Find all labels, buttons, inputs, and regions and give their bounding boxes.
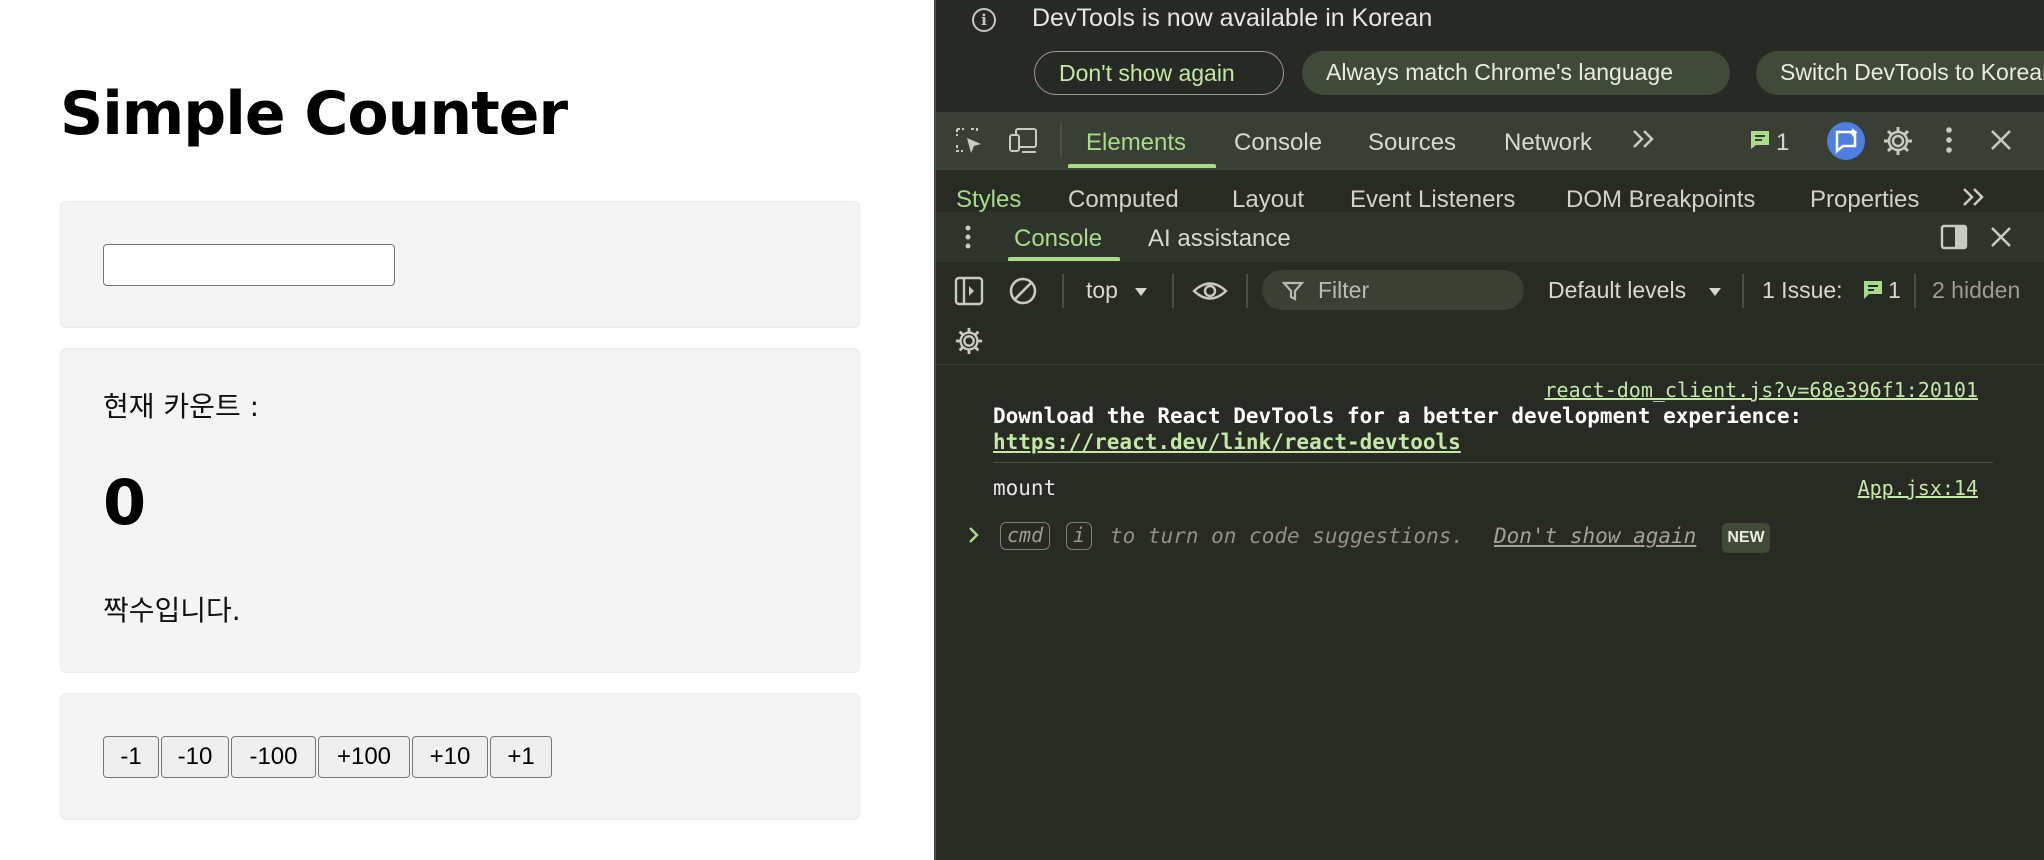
log-message: mount [993,476,1057,500]
log-source-link[interactable]: App.jsx:14 [1858,476,1978,500]
main-toolbar: Elements Console Sources Network 1 [936,112,2044,170]
decrement-100-button[interactable]: -100 [231,736,316,778]
increment-100-button[interactable]: +100 [318,736,410,778]
counter-app: Simple Counter 현재 카운트 : 0 짝수입니다. -1 -10 … [0,0,934,860]
issues-icon[interactable] [1862,279,1884,301]
dock-side-icon[interactable] [1940,224,1968,250]
counter-input[interactable] [103,244,395,286]
tab-properties[interactable]: Properties [1810,186,1919,212]
i-key: i [1066,522,1093,550]
log-divider [993,462,1993,463]
filter-funnel-icon [1282,280,1304,302]
log-message: Download the React DevTools for a better… [993,404,1803,428]
levels-dropdown-icon[interactable] [1708,287,1722,297]
tab-sources[interactable]: Sources [1368,129,1456,157]
issues-message-icon[interactable] [1748,128,1772,152]
log-levels-dropdown[interactable]: Default levels [1548,277,1686,304]
hidden-messages-count: 2 hidden [1932,277,2021,303]
switch-language-button[interactable]: Switch DevTools to Korean [1756,51,2044,95]
console-separator [1742,274,1744,308]
dont-show-again-link[interactable]: Don't show again [1494,524,1696,548]
console-separator [1914,274,1916,308]
increment-1-button[interactable]: +1 [490,736,552,778]
settings-gear-icon[interactable] [1882,125,1914,157]
input-section [60,201,860,328]
console-separator [1172,274,1174,308]
drawer-menu-icon[interactable] [964,224,972,250]
tab-elements[interactable]: Elements [1086,129,1186,157]
match-language-button[interactable]: Always match Chrome's language [1302,51,1730,95]
issues-label[interactable]: 1 Issue: [1762,277,1843,304]
elements-sidebar-tabs: Styles Computed Layout Event Listeners D… [936,170,2044,214]
react-devtools-link[interactable]: https://react.dev/link/react-devtools [993,430,1461,454]
cmd-key: cmd [1000,522,1051,550]
count-value: 0 [103,466,147,539]
more-options-icon[interactable] [1944,125,1954,155]
tab-event-listeners[interactable]: Event Listeners [1350,186,1515,212]
device-toolbar-icon[interactable] [1008,126,1040,156]
decrement-1-button[interactable]: -1 [103,736,159,778]
tab-console[interactable]: Console [1234,129,1322,157]
close-drawer-icon[interactable] [1988,224,2014,250]
log-source-link[interactable]: react-dom_client.js?v=68e396f1:20101 [1545,378,1978,402]
issues-count-value[interactable]: 1 [1888,277,1901,304]
drawer-tab-console[interactable]: Console [1014,225,1102,253]
language-infobar: i DevTools is now available in Korean Do… [936,0,2044,112]
tab-computed[interactable]: Computed [1068,186,1179,212]
inspect-element-icon[interactable] [954,126,984,156]
code-suggestions-hint: to turn on code suggestions. [1110,524,1465,548]
viewer-section: 현재 카운트 : 0 짝수입니다. [60,348,860,673]
parity-text: 짝수입니다. [103,594,241,627]
filter-placeholder: Filter [1318,277,1370,303]
devtools-panel: i DevTools is now available in Korean Do… [934,0,2044,860]
context-dropdown-icon[interactable] [1134,287,1148,297]
prompt-chevron-icon [968,526,980,544]
sidebar-toggle-icon[interactable] [954,276,984,306]
tab-network[interactable]: Network [1504,129,1592,157]
clear-console-icon[interactable] [1008,276,1038,306]
increment-10-button[interactable]: +10 [412,736,488,778]
drawer-header: Console AI assistance [936,212,2044,263]
live-expression-eye-icon[interactable] [1192,276,1228,306]
controller-buttons: -1 -10 -100 +100 +10 +1 [103,736,552,778]
tab-dom-breakpoints[interactable]: DOM Breakpoints [1566,186,1755,212]
page-title: Simple Counter [60,79,568,149]
console-settings-gear-icon[interactable] [954,326,984,356]
controller-section: -1 -10 -100 +100 +10 +1 [60,693,860,820]
ai-assistance-icon[interactable] [1826,121,1866,161]
new-badge: NEW [1722,523,1770,553]
more-tabs-chevron-icon[interactable] [1630,126,1658,152]
tab-layout[interactable]: Layout [1232,186,1304,212]
console-separator [1246,274,1248,308]
tab-styles[interactable]: Styles [956,186,1021,212]
info-icon: i [972,8,996,32]
drawer-tab-ai-assistance[interactable]: AI assistance [1148,225,1291,253]
close-devtools-icon[interactable] [1988,127,2014,153]
issues-count[interactable]: 1 [1776,129,1789,157]
more-subtabs-chevron-icon[interactable] [1960,184,1988,210]
decrement-10-button[interactable]: -10 [161,736,229,778]
active-tab-indicator [1068,164,1216,168]
count-label: 현재 카운트 : [103,390,260,423]
dont-show-again-button[interactable]: Don't show again [1034,51,1284,95]
drawer-active-indicator [1008,257,1120,261]
toolbar-separator [1060,123,1062,157]
context-selector[interactable]: top [1086,277,1118,304]
console-separator [1062,274,1064,308]
infobar-message: DevTools is now available in Korean [1032,4,1433,32]
